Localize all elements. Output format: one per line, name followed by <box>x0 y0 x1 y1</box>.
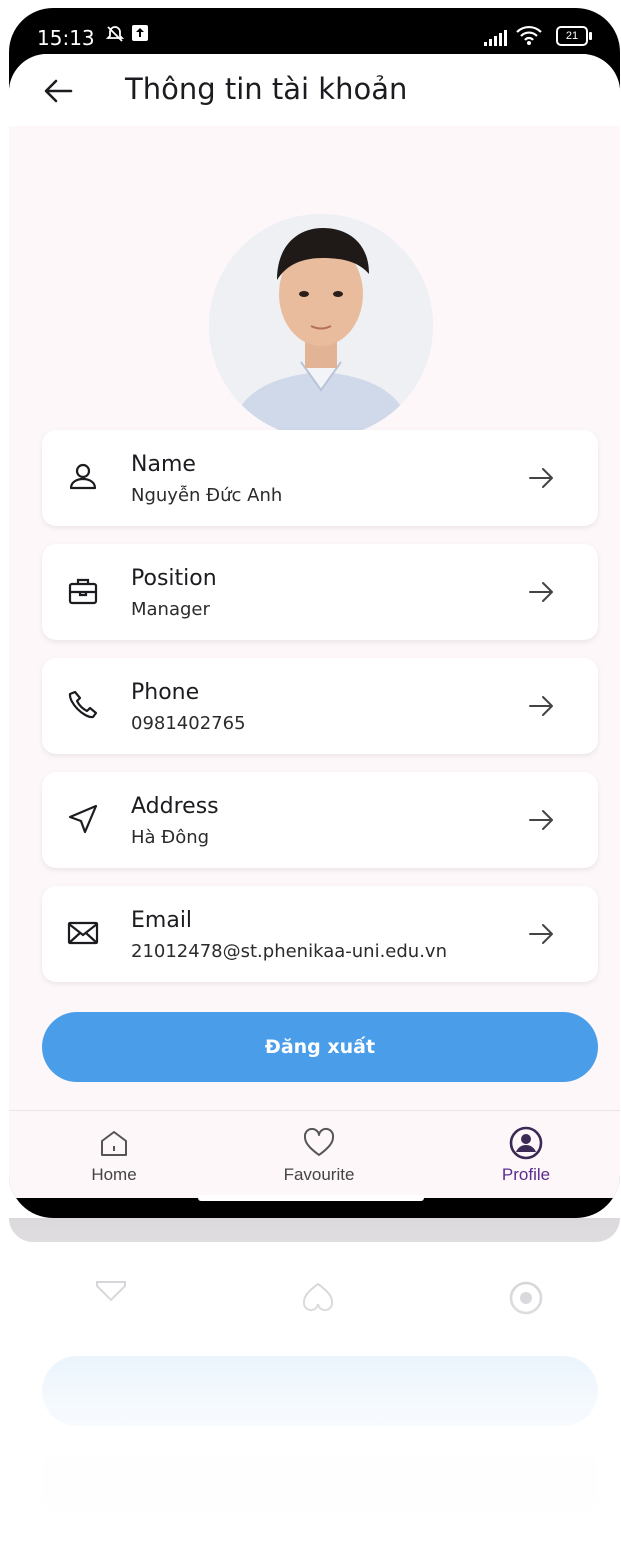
phone-icon <box>68 690 98 719</box>
avatar <box>209 214 433 438</box>
profile-card-phone[interactable]: Phone 0981402765 <box>42 658 598 754</box>
profile-card-position[interactable]: Position Manager <box>42 544 598 640</box>
mail-icon <box>67 921 99 945</box>
reflection-fade <box>9 1218 620 1541</box>
notifications-off-icon <box>105 24 125 49</box>
back-arrow-icon[interactable] <box>41 74 75 108</box>
card-value: Manager <box>131 599 210 620</box>
arrow-right-icon <box>529 696 553 716</box>
profile-card-email[interactable]: Email 21012478@st.phenikaa-uni.edu.vn <box>42 886 598 982</box>
nav-label: Favourite <box>283 1165 355 1184</box>
briefcase-icon <box>68 578 98 605</box>
nav-item-favourite[interactable]: Favourite <box>244 1119 394 1198</box>
signal-icon <box>484 30 510 51</box>
profile-icon <box>509 1126 543 1160</box>
arrow-right-icon <box>529 582 553 602</box>
battery-icon: 21 <box>556 26 592 46</box>
card-value: Hà Đông <box>131 827 210 848</box>
card-label: Address <box>131 794 219 819</box>
card-label: Position <box>131 566 217 591</box>
arrow-right-icon <box>529 810 553 830</box>
arrow-right-icon <box>529 924 553 944</box>
card-label: Name <box>131 452 196 477</box>
logout-button[interactable]: Đăng xuất <box>42 1012 598 1082</box>
home-icon <box>101 1131 127 1156</box>
location-arrow-icon <box>68 804 98 834</box>
card-value: 0981402765 <box>131 713 246 734</box>
page-title: Thông tin tài khoản <box>125 72 408 106</box>
person-icon <box>69 463 97 490</box>
bottom-nav: Home Favourite Profile <box>9 1110 620 1198</box>
status-bar: 15:13 21 <box>9 8 620 56</box>
screen: Thông tin tài khoản Name Nguyễn Đức Anh <box>9 54 620 1198</box>
arrow-right-icon <box>529 468 553 488</box>
nav-label: Home <box>91 1165 137 1184</box>
gesture-bar[interactable] <box>198 1195 424 1201</box>
nav-item-profile[interactable]: Profile <box>451 1119 601 1198</box>
phone-frame: 15:13 21 Thông tin tài khoản Name Nguyễn… <box>9 8 620 1218</box>
app-bar: Thông tin tài khoản <box>9 54 620 126</box>
nav-label: Profile <box>501 1165 551 1184</box>
heart-icon <box>303 1127 335 1156</box>
card-label: Email <box>131 908 193 933</box>
wifi-icon <box>515 24 543 51</box>
nav-item-home[interactable]: Home <box>39 1119 189 1198</box>
card-label: Phone <box>131 680 200 705</box>
upload-icon <box>131 24 149 47</box>
card-value: 21012478@st.phenikaa-uni.edu.vn <box>131 941 447 962</box>
profile-card-name[interactable]: Name Nguyễn Đức Anh <box>42 430 598 526</box>
profile-card-address[interactable]: Address Hà Đông <box>42 772 598 868</box>
status-time: 15:13 <box>37 26 95 50</box>
card-value: Nguyễn Đức Anh <box>131 485 283 506</box>
